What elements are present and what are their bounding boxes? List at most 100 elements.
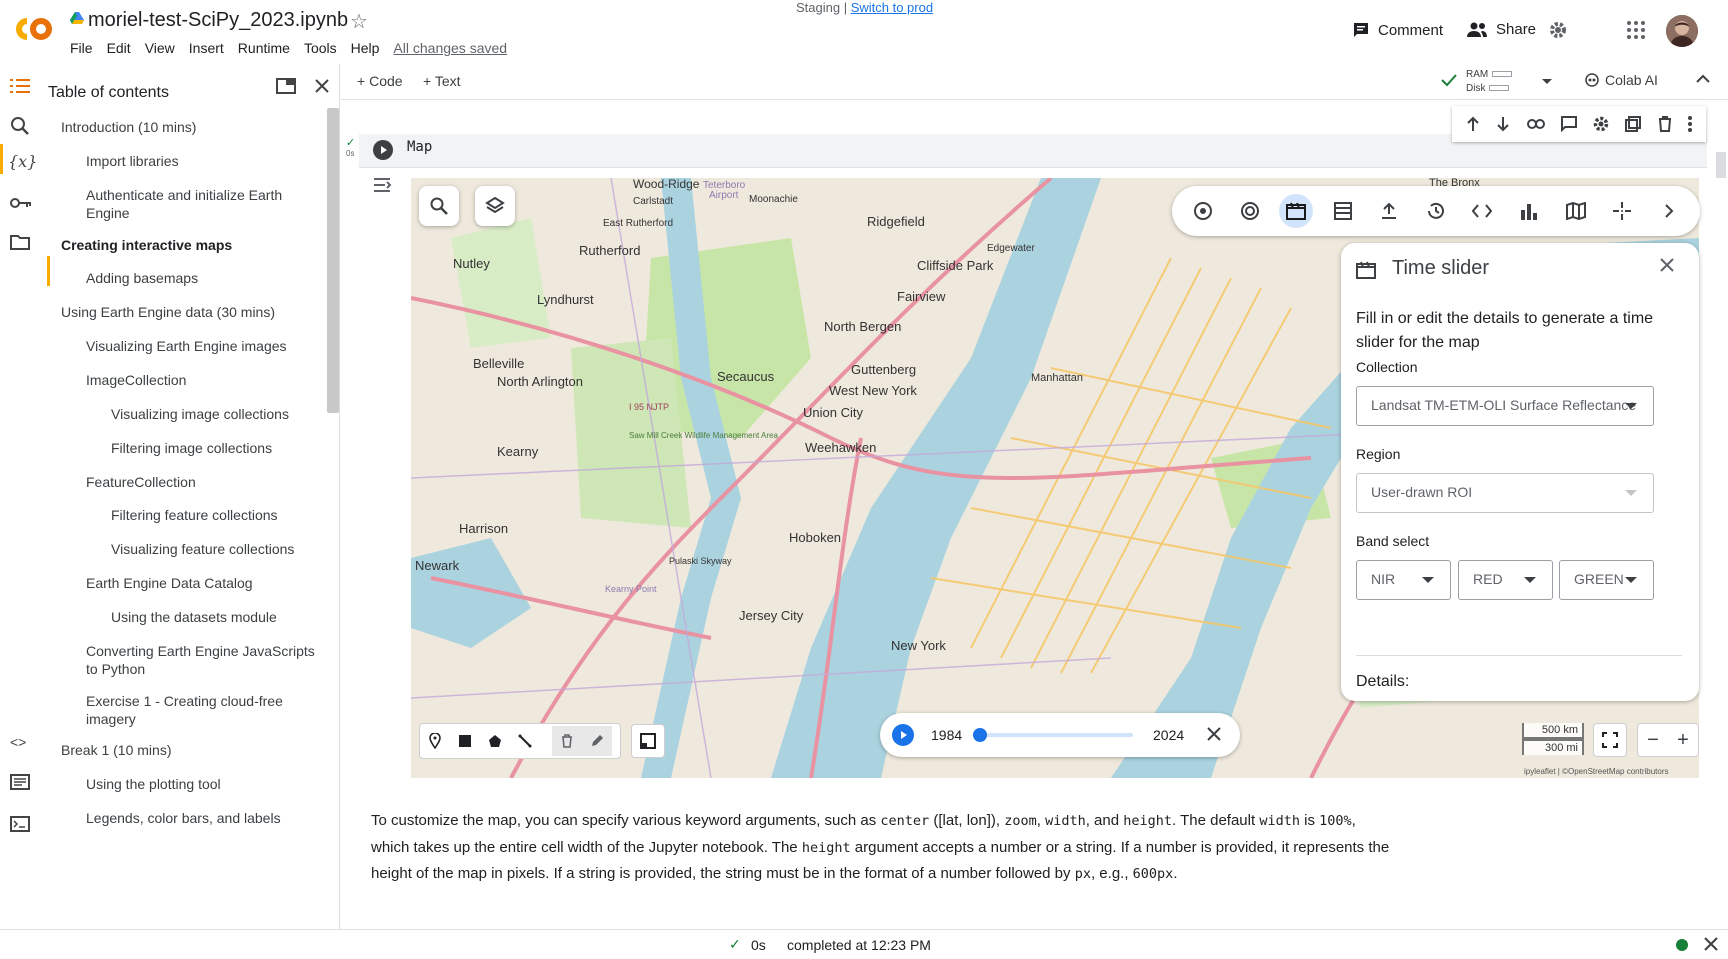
upload-icon[interactable] [1372, 194, 1406, 228]
toc-list-icon[interactable] [10, 76, 32, 98]
terminal-icon[interactable] [10, 816, 32, 838]
inspector-target-icon[interactable] [1233, 194, 1267, 228]
bar-chart-icon[interactable] [1512, 194, 1546, 228]
toc-item[interactable]: Introduction (10 mins) [61, 118, 196, 136]
colab-logo[interactable] [12, 14, 56, 44]
menu-runtime[interactable]: Runtime [238, 40, 290, 56]
menu-view[interactable]: View [145, 40, 175, 56]
zoom-out-button[interactable]: − [1647, 729, 1659, 752]
page-scrollbar[interactable] [1716, 152, 1726, 178]
region-select[interactable]: User-drawn ROI [1356, 473, 1654, 513]
play-button[interactable] [892, 724, 914, 746]
map-attribution[interactable]: ipyleaflet | ©OpenStreetMap contributors [1524, 767, 1669, 776]
table-icon[interactable] [1326, 194, 1360, 228]
code-snippets-icon[interactable]: <> [10, 734, 32, 756]
toc-item[interactable]: Converting Earth Engine JavaScripts to P… [86, 642, 316, 678]
close-icon[interactable] [1704, 933, 1718, 951]
toc-item[interactable]: Visualizing feature collections [111, 540, 294, 558]
share-button[interactable]: Share [1466, 21, 1536, 38]
key-icon[interactable] [10, 196, 32, 218]
star-icon[interactable]: ☆ [350, 9, 368, 34]
toc-item-active[interactable]: Creating interactive maps [61, 236, 232, 254]
toc-item[interactable]: Import libraries [86, 152, 316, 170]
mirror-cell-icon[interactable] [1625, 116, 1642, 132]
run-cell-button[interactable] [373, 140, 393, 160]
command-palette-icon[interactable] [10, 774, 32, 796]
search-icon[interactable] [10, 116, 32, 138]
colab-ai-button[interactable]: Colab AI [1585, 72, 1658, 88]
open-in-tab-icon[interactable] [276, 78, 296, 94]
band-select-3[interactable]: GREEN [1559, 560, 1654, 600]
close-icon[interactable] [1659, 257, 1675, 273]
basemap-selector-icon[interactable] [1186, 194, 1220, 228]
switch-to-prod-link[interactable]: Switch to prod [851, 0, 933, 15]
legend-icon[interactable] [631, 724, 665, 758]
close-icon[interactable] [1206, 723, 1222, 742]
toc-item[interactable]: Visualizing Earth Engine images [86, 337, 316, 355]
draw-line-icon[interactable] [510, 726, 540, 756]
toc-item[interactable]: Exercise 1 - Creating cloud-free imagery [86, 692, 316, 728]
band-select-1[interactable]: NIR [1356, 560, 1451, 600]
chevron-right-icon[interactable] [1652, 194, 1686, 228]
slider-thumb[interactable] [973, 728, 987, 742]
toc-item[interactable]: Break 1 (10 mins) [61, 741, 171, 759]
map-icon[interactable] [1559, 194, 1593, 228]
history-icon[interactable] [1419, 194, 1453, 228]
collapse-chevron-up-icon[interactable] [1696, 74, 1710, 84]
menu-file[interactable]: File [70, 40, 93, 56]
toc-item[interactable]: Filtering feature collections [111, 506, 278, 524]
toc-item[interactable]: ImageCollection [86, 371, 316, 389]
delete-shape-icon[interactable] [552, 726, 582, 756]
output-actions-icon[interactable] [373, 176, 393, 194]
comment-button[interactable]: Comment [1352, 21, 1443, 39]
toc-item[interactable]: Authenticate and initialize Earth Engine [86, 186, 316, 222]
resource-monitor[interactable]: RAM Disk [1466, 68, 1513, 96]
menu-help[interactable]: Help [351, 40, 380, 56]
draw-polygon-icon[interactable] [480, 726, 510, 756]
toc-item[interactable]: Filtering image collections [111, 439, 272, 457]
cell-code[interactable]: Map [407, 139, 432, 155]
status-completed[interactable]: completed at 12:23 PM [787, 937, 931, 953]
notebook-title[interactable]: moriel-test-SciPy_2023.ipynb [88, 9, 348, 32]
toc-item[interactable]: Earth Engine Data Catalog [86, 574, 316, 592]
zoom-in-button[interactable]: + [1677, 729, 1689, 752]
slider-track[interactable] [980, 733, 1133, 737]
time-slider-icon[interactable] [1279, 194, 1314, 228]
close-icon[interactable] [314, 78, 330, 94]
toc-item[interactable]: Using Earth Engine data (30 mins) [61, 303, 275, 321]
apps-grid-icon[interactable] [1626, 20, 1646, 40]
move-down-icon[interactable] [1496, 116, 1510, 132]
menu-edit[interactable]: Edit [107, 40, 131, 56]
menu-tools[interactable]: Tools [304, 40, 337, 56]
toc-item[interactable]: Visualizing image collections [111, 405, 289, 423]
toc-item[interactable]: Using the datasets module [111, 608, 277, 626]
cell-settings-gear-icon[interactable] [1593, 116, 1609, 132]
variables-icon[interactable]: {x} [8, 152, 37, 174]
crosshair-icon[interactable] [1605, 194, 1639, 228]
delete-icon[interactable] [1658, 116, 1672, 132]
band-select-2[interactable]: RED [1458, 560, 1553, 600]
toc-item[interactable]: Legends, color bars, and labels [86, 809, 316, 827]
menu-insert[interactable]: Insert [189, 40, 224, 56]
toc-item[interactable]: Adding basemaps [86, 269, 316, 287]
edit-shape-icon[interactable] [582, 726, 612, 756]
map-layers-button[interactable] [475, 186, 515, 226]
draw-marker-icon[interactable] [420, 726, 450, 756]
toc-item[interactable]: Using the plotting tool [86, 775, 316, 793]
map-search-button[interactable] [419, 186, 459, 226]
comment-cell-icon[interactable] [1560, 116, 1577, 132]
draw-rectangle-icon[interactable] [450, 726, 480, 756]
more-vert-icon[interactable] [1687, 116, 1692, 132]
save-status[interactable]: All changes saved [393, 40, 507, 56]
code-icon[interactable] [1465, 194, 1499, 228]
move-up-icon[interactable] [1466, 116, 1480, 132]
user-avatar[interactable] [1666, 15, 1698, 47]
folder-icon[interactable] [10, 234, 32, 256]
add-code-button[interactable]: + Code [357, 73, 403, 89]
fullscreen-icon[interactable] [1593, 723, 1627, 757]
add-text-button[interactable]: + Text [423, 73, 461, 89]
markdown-cell[interactable]: To customize the map, you can specify va… [371, 808, 1391, 888]
settings-gear-icon[interactable] [1549, 21, 1567, 39]
toc-item[interactable]: FeatureCollection [86, 473, 316, 491]
link-icon[interactable] [1526, 119, 1545, 129]
